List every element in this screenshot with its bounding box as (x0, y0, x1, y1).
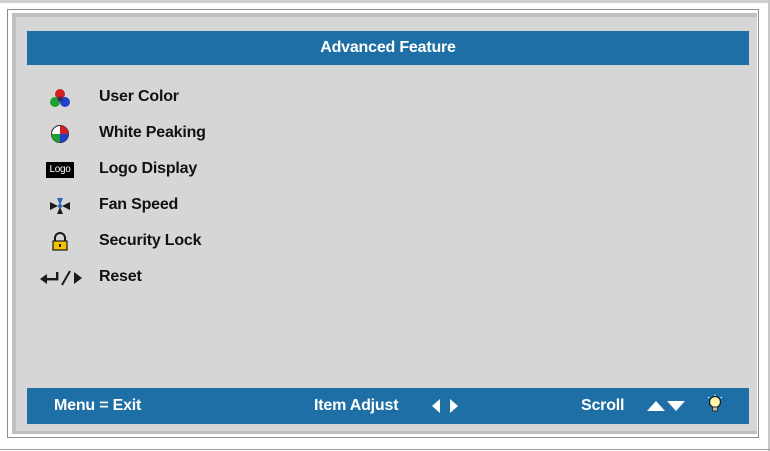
menu-item-label: User Color (99, 88, 179, 105)
menu-item-user-color[interactable]: User Color (27, 80, 749, 116)
menu-item-label: White Peaking (99, 124, 206, 141)
scroll-hint: Scroll (581, 397, 625, 414)
menu-item-label: Security Lock (99, 232, 202, 249)
menu-item-white-peaking[interactable]: White Peaking (27, 116, 749, 152)
white-peaking-icon (43, 120, 77, 148)
menu-item-security-lock[interactable]: Security Lock (27, 224, 749, 260)
menu-title: Advanced Feature (320, 39, 456, 56)
item-adjust-hint: Item Adjust (314, 397, 399, 414)
menu-exit-hint: Menu = Exit (54, 397, 142, 414)
left-right-arrows-icon (430, 398, 460, 419)
menu-item-label: Logo Display (99, 160, 198, 177)
user-color-icon (43, 84, 77, 112)
page-rule-bottom (0, 449, 770, 450)
enter-left-right-icon (37, 264, 91, 292)
menu-item-label: Fan Speed (99, 196, 179, 213)
page-rule-top (0, 0, 770, 3)
footer-bar: Menu = Exit Item Adjust Scroll (27, 388, 749, 424)
menu-item-logo-display[interactable]: Logo Logo Display (27, 152, 749, 188)
up-down-arrows-icon (646, 399, 686, 418)
logo-display-icon: Logo (43, 156, 77, 184)
security-lock-icon (43, 228, 77, 256)
menu-title-bar: Advanced Feature (27, 31, 749, 65)
advanced-feature-menu: User Color White Peaking Logo Logo Displ… (27, 80, 749, 296)
menu-item-reset[interactable]: Reset (27, 260, 749, 296)
lightbulb-icon (707, 394, 723, 421)
menu-item-label: Reset (99, 268, 142, 285)
fan-speed-icon (43, 192, 77, 220)
logo-display-icon-text: Logo (46, 162, 74, 178)
menu-item-fan-speed[interactable]: Fan Speed (27, 188, 749, 224)
